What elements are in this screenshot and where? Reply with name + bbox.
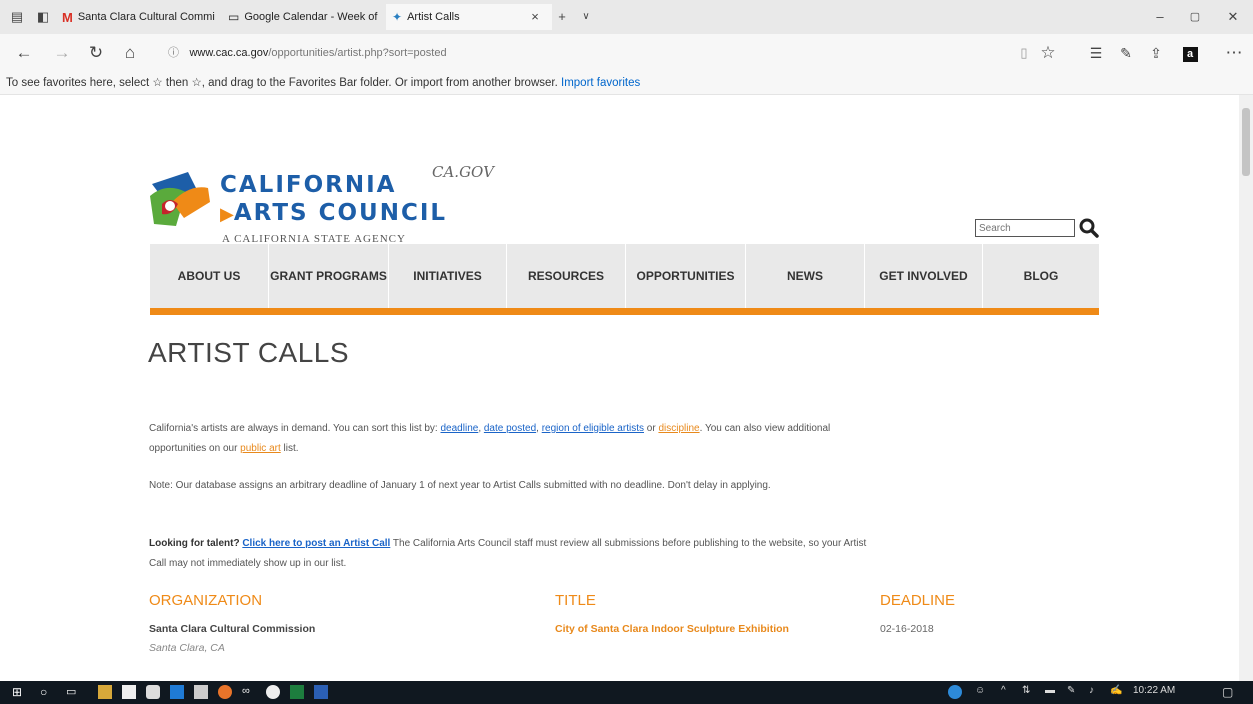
mail-app-icon[interactable] — [146, 685, 160, 699]
site-search-input[interactable] — [975, 219, 1075, 237]
nav-grant-programs[interactable]: GRANT PROGRAMS — [269, 244, 388, 308]
vertical-scrollbar[interactable] — [1239, 95, 1253, 681]
ink-workspace-icon[interactable]: ✍ — [1110, 685, 1122, 696]
calendar-icon: ▭ — [228, 10, 240, 24]
new-tab-icon[interactable]: + — [551, 6, 573, 28]
favorites-message: To see favorites here, select ☆ then ☆, … — [6, 77, 558, 89]
intro-paragraph: California's artists are always in deman… — [149, 423, 831, 454]
column-header-title[interactable]: TITLE — [555, 592, 596, 609]
row-location: Santa Clara, CA — [149, 642, 225, 654]
tab-google-calendar[interactable]: ▭ Google Calendar - Week of — [228, 4, 378, 30]
network-icon[interactable]: ⇅ — [1022, 685, 1030, 696]
home-icon[interactable]: ⌂ — [116, 39, 144, 67]
nav-initiatives[interactable]: INITIATIVES — [389, 244, 506, 308]
favorites-bar: To see favorites here, select ☆ then ☆, … — [0, 72, 1253, 95]
nav-get-involved[interactable]: GET INVOLVED — [865, 244, 982, 308]
nav-blog[interactable]: BLOG — [983, 244, 1099, 308]
notes-app-icon[interactable] — [122, 685, 136, 699]
logo-line-arts-council[interactable]: ▶ARTS COUNCIL — [220, 200, 447, 226]
tab-preview-icon[interactable]: ◧ — [32, 6, 54, 28]
main-navigation: ABOUT US GRANT PROGRAMS INITIATIVES RESO… — [150, 244, 1099, 308]
more-menu-icon[interactable]: ⋯ — [1220, 39, 1248, 67]
post-call-paragraph: Looking for talent? Click here to post a… — [149, 538, 867, 569]
nav-resources[interactable]: RESOURCES — [507, 244, 625, 308]
close-tab-icon[interactable]: × — [524, 6, 546, 28]
cortana-icon[interactable]: ○ — [40, 685, 54, 699]
people-icon[interactable]: ☺ — [975, 685, 985, 696]
row-organization: Santa Clara Cultural Commission — [149, 623, 316, 635]
row-title-link[interactable]: City of Santa Clara Indoor Sculpture Exh… — [555, 623, 789, 635]
gmail-icon: M — [62, 9, 73, 25]
tab-gmail[interactable]: M Santa Clara Cultural Commi — [62, 4, 220, 30]
windows-taskbar: ⊞ ○ ▭ ∞ ☺ ^ ⇅ ▬ ✎ ♪ ✍ 10:22 AM ▢ — [0, 681, 1253, 704]
nav-news[interactable]: NEWS — [746, 244, 864, 308]
import-favorites-link[interactable]: Import favorites — [561, 77, 640, 89]
row-deadline: 02-16-2018 — [880, 623, 934, 635]
site-info-icon[interactable]: ⓘ — [168, 47, 179, 59]
looking-for-talent-label: Looking for talent? — [149, 538, 240, 549]
logo-line-california[interactable]: CALIFORNIA — [220, 172, 396, 198]
amazon-extension-icon[interactable]: a — [1176, 39, 1204, 67]
minimize-icon[interactable]: – — [1145, 6, 1175, 28]
pen-icon[interactable]: ✎ — [1067, 685, 1075, 696]
window-close-icon[interactable]: ✕ — [1218, 6, 1248, 28]
tab-title: Santa Clara Cultural Commi — [77, 11, 215, 23]
tab-title: Artist Calls — [407, 11, 460, 23]
sort-discipline-link[interactable]: discipline — [658, 423, 699, 434]
search-icon[interactable] — [1078, 217, 1100, 239]
web-note-icon[interactable]: ✎ — [1112, 39, 1140, 67]
help-icon[interactable] — [948, 685, 962, 699]
windows-start-icon[interactable]: ⊞ — [12, 685, 26, 699]
cac-favicon: ✦ — [392, 10, 403, 24]
edge-browser-icon[interactable] — [170, 685, 184, 699]
deadline-note: Note: Our database assigns an arbitrary … — [149, 480, 771, 491]
forward-icon[interactable]: → — [48, 39, 76, 67]
task-view-icon[interactable]: ▭ — [66, 685, 80, 699]
refresh-icon[interactable]: ↻ — [82, 39, 110, 67]
page-title: ARTIST CALLS — [148, 337, 350, 368]
word-icon[interactable] — [314, 685, 328, 699]
url-path: /opportunities/artist.php?sort=posted — [268, 47, 447, 59]
chrome-icon[interactable] — [266, 685, 280, 699]
sort-deadline-link[interactable]: deadline — [441, 423, 479, 434]
app-loop-icon[interactable]: ∞ — [242, 685, 256, 699]
address-bar[interactable]: ⓘ www.cac.ca.gov/opportunities/artist.ph… — [168, 41, 1038, 65]
excel-icon[interactable] — [290, 685, 304, 699]
file-explorer-icon[interactable] — [98, 685, 112, 699]
volume-icon[interactable]: ♪ — [1089, 685, 1094, 696]
sort-date-posted-link[interactable]: date posted — [484, 423, 536, 434]
logo-arrow-icon: ▶ — [220, 204, 234, 225]
set-tabs-aside-icon[interactable]: ▤ — [6, 6, 28, 28]
nav-about-us[interactable]: ABOUT US — [150, 244, 268, 308]
cac-logo-icon[interactable] — [148, 166, 214, 232]
ca-gov-logo[interactable]: CA.GOV — [432, 150, 494, 190]
public-art-link[interactable]: public art — [240, 443, 281, 454]
taskbar-clock[interactable]: 10:22 AM — [1133, 685, 1175, 696]
back-icon[interactable]: ← — [10, 39, 38, 67]
store-icon[interactable] — [194, 685, 208, 699]
favorites-hub-icon[interactable]: ☰ — [1082, 39, 1110, 67]
nav-accent-bar — [150, 308, 1099, 315]
tray-chevron-icon[interactable]: ^ — [1001, 685, 1006, 696]
share-icon[interactable]: ⇪ — [1142, 39, 1170, 67]
sort-region-link[interactable]: region of eligible artists — [542, 423, 644, 434]
firefox-icon[interactable] — [218, 685, 232, 699]
scrollbar-thumb[interactable] — [1242, 108, 1250, 176]
favorite-star-icon[interactable]: ☆ — [1034, 39, 1062, 67]
post-artist-call-link[interactable]: Click here to post an Artist Call — [242, 538, 390, 549]
battery-icon[interactable]: ▬ — [1045, 685, 1055, 696]
browser-toolbar: ← → ↻ ⌂ ⓘ www.cac.ca.gov/opportunities/a… — [0, 34, 1253, 72]
tab-title: Google Calendar - Week of — [244, 11, 378, 23]
column-header-organization[interactable]: ORGANIZATION — [149, 592, 262, 609]
nav-opportunities[interactable]: OPPORTUNITIES — [626, 244, 745, 308]
action-center-icon[interactable]: ▢ — [1222, 685, 1233, 699]
url-host: www.cac.ca.gov — [189, 47, 269, 59]
browser-tab-strip: ▤ ◧ M Santa Clara Cultural Commi ▭ Googl… — [0, 0, 1253, 34]
column-header-deadline[interactable]: DEADLINE — [880, 592, 955, 609]
tab-list-chevron-icon[interactable]: ∨ — [575, 6, 597, 28]
maximize-icon[interactable]: ▢ — [1180, 6, 1210, 28]
